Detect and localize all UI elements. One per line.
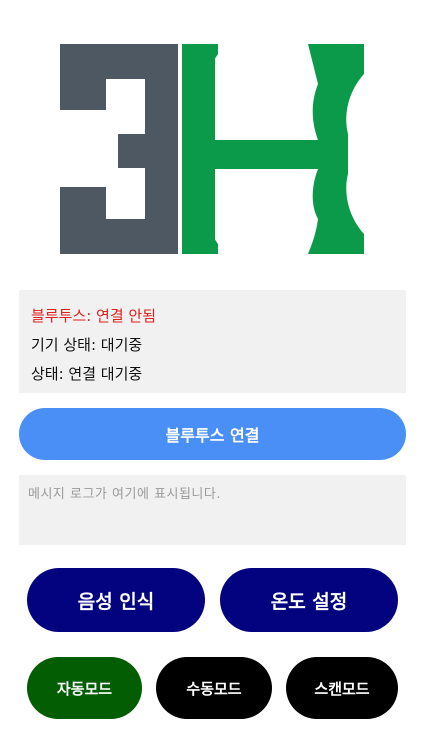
logo-3-shape: [60, 44, 178, 254]
message-log[interactable]: 메시지 로그가 여기에 표시됩니다.: [19, 475, 406, 545]
logo-3h-icon: [60, 44, 364, 254]
message-log-placeholder: 메시지 로그가 여기에 표시됩니다.: [28, 487, 221, 502]
scan-mode-button[interactable]: 스캔모드: [286, 657, 398, 719]
bluetooth-connect-button[interactable]: 블루투스 연결: [19, 408, 406, 460]
manual-mode-button[interactable]: 수동모드: [156, 657, 272, 719]
auto-mode-button[interactable]: 자동모드: [27, 657, 142, 719]
connection-status-text: 상태: 연결 대기중: [31, 365, 143, 383]
temperature-setting-button[interactable]: 온도 설정: [220, 568, 398, 632]
logo-h-shape: [182, 44, 364, 254]
voice-recognition-button[interactable]: 음성 인식: [27, 568, 205, 632]
bluetooth-status-text: 블루투스: 연결 안됨: [31, 307, 156, 325]
device-status-text: 기기 상태: 대기중: [31, 336, 143, 354]
status-panel: 블루투스: 연결 안됨 기기 상태: 대기중 상태: 연결 대기중: [19, 290, 406, 393]
